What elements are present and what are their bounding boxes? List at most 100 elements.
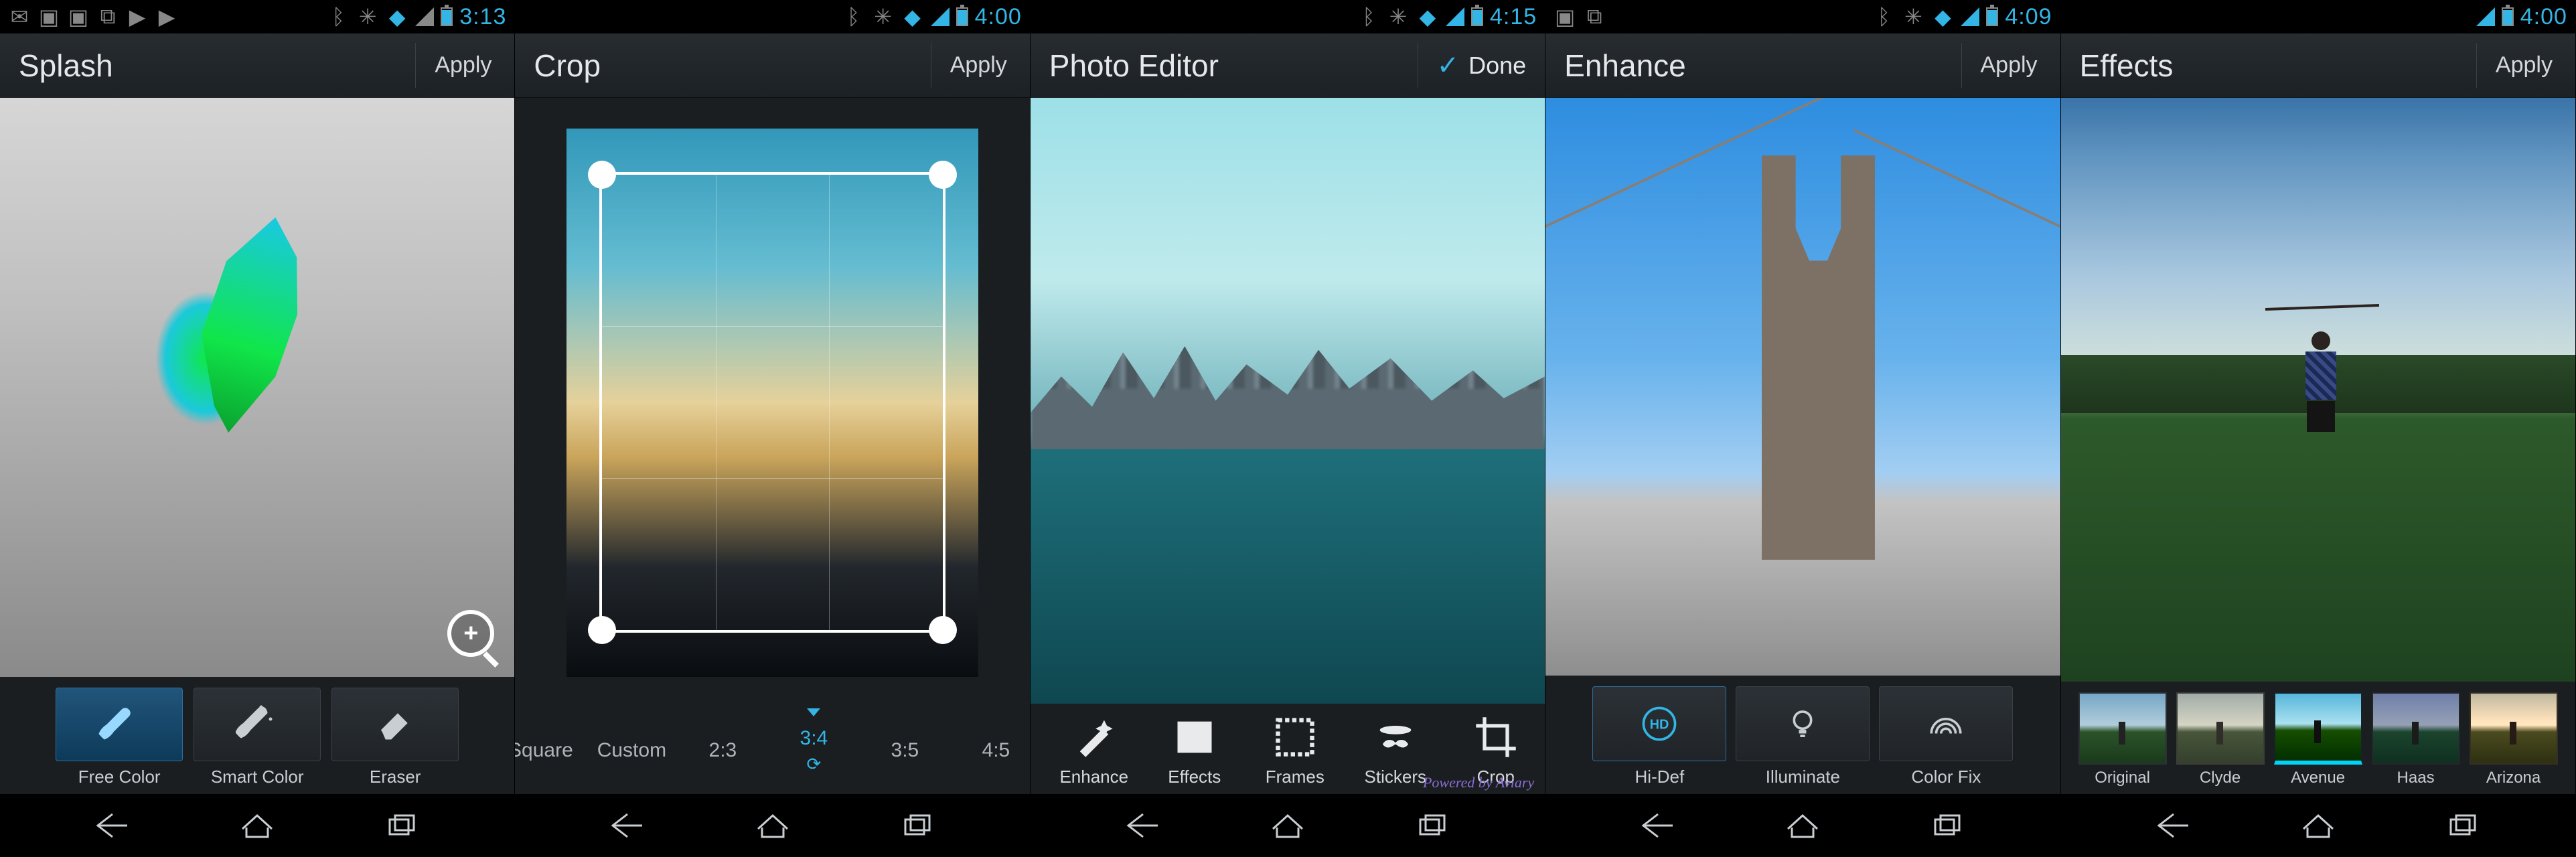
editor-effects[interactable]: Effects: [1144, 714, 1245, 787]
status-bar: ▣ ⧉ ᛒ ✳ ◆ 4:09: [1545, 0, 2060, 33]
apply-button[interactable]: Apply: [415, 43, 496, 88]
title-bar: Splash Apply: [0, 33, 514, 98]
done-button[interactable]: ✓ Done: [1418, 43, 1527, 88]
ratio-2-3[interactable]: 2:3: [677, 727, 768, 774]
battery-icon: [1986, 7, 1998, 26]
svg-text:HD: HD: [1650, 717, 1669, 732]
rotate-ratio-icon[interactable]: ⟳: [768, 754, 859, 775]
cell-signal-icon: [1446, 7, 1464, 26]
nav-back-button[interactable]: [587, 808, 668, 843]
bluetooth-icon: ᛒ: [1872, 5, 1895, 28]
nav-recent-button[interactable]: [1392, 808, 1472, 843]
nav-back-button[interactable]: [72, 808, 153, 843]
film-icon: [1172, 714, 1217, 760]
nav-recent-button[interactable]: [2423, 808, 2503, 843]
powered-by-label: Powered by Aviary: [1423, 774, 1534, 791]
ratio-square[interactable]: Square: [515, 727, 586, 774]
frame-icon: [1272, 714, 1318, 760]
nav-home-button[interactable]: [1247, 808, 1328, 843]
enhance-illuminate[interactable]: [1736, 686, 1870, 761]
photo-canvas[interactable]: [0, 98, 514, 677]
photo-splash-image: [0, 98, 514, 677]
screen-splash: ✉ ▣ ▣ ⧉ ▶ ▶ ᛒ ✳ ◆ 3:13 Splash Apply: [0, 0, 515, 857]
filter-original[interactable]: [2078, 692, 2167, 765]
crop-icon: [1473, 714, 1519, 760]
nav-bar: [0, 794, 514, 857]
nav-recent-button[interactable]: [362, 808, 442, 843]
nav-back-button[interactable]: [1618, 808, 1698, 843]
ratio-picker: Square Custom 2:3 3:4 ⟳ 3:5 4:5 4:6: [515, 707, 1029, 794]
nav-back-button[interactable]: [1103, 808, 1183, 843]
rainbow-icon: [1926, 704, 1965, 743]
bluetooth-icon: ᛒ: [842, 5, 865, 28]
status-bar: ᛒ ✳ ◆ 4:15: [1031, 0, 1545, 33]
wifi-icon: ◆: [1931, 5, 1954, 28]
crop-handle-tl[interactable]: [588, 161, 616, 189]
filter-haas[interactable]: [2372, 692, 2460, 765]
tool-eraser[interactable]: [331, 688, 459, 761]
enhance-colorfix[interactable]: [1879, 686, 2013, 761]
photo-skyline-image: [1031, 98, 1545, 704]
status-bar: ᛒ ✳ ◆ 4:00: [515, 0, 1029, 33]
photo-canvas[interactable]: [1031, 98, 1545, 704]
wifi-icon: ◆: [386, 5, 408, 28]
ratio-4-5[interactable]: 4:5: [950, 727, 1009, 774]
nav-home-button[interactable]: [1762, 808, 1843, 843]
nav-recent-button[interactable]: [877, 808, 958, 843]
apply-button[interactable]: Apply: [1961, 43, 2042, 88]
screen-effects: 4:00 Effects Apply Original Clyde: [2061, 0, 2576, 857]
ratio-pointer-icon: [807, 708, 820, 716]
nav-home-button[interactable]: [2278, 808, 2358, 843]
vibrate-icon: ✳: [356, 5, 379, 28]
nav-home-button[interactable]: [217, 808, 297, 843]
filter-clyde[interactable]: [2176, 692, 2265, 765]
crop-frame[interactable]: [599, 172, 945, 633]
title-bar: Photo Editor ✓ Done: [1031, 33, 1545, 98]
nav-bar: [2061, 794, 2575, 857]
enhance-label-hidef: Hi-Def: [1592, 767, 1726, 787]
tool-free-color[interactable]: [56, 688, 183, 761]
ratio-scroll[interactable]: Square Custom 2:3 3:4 ⟳ 3:5 4:5 4:6: [515, 707, 1009, 794]
filter-avenue[interactable]: [2274, 692, 2362, 765]
brush-icon: [98, 703, 141, 746]
title-bar: Effects Apply: [2061, 33, 2575, 98]
notif-play2-icon: ▶: [155, 5, 178, 28]
photo-canvas[interactable]: [2061, 98, 2575, 682]
ratio-3-4[interactable]: 3:4 ⟳: [768, 715, 859, 787]
vibrate-icon: ✳: [1902, 5, 1924, 28]
tool-area: Free Color Smart Color Eraser: [0, 677, 514, 794]
status-clock: 4:00: [975, 4, 1022, 30]
ratio-3-5[interactable]: 3:5: [859, 727, 950, 774]
screen-enhance: ▣ ⧉ ᛒ ✳ ◆ 4:09 Enhance Apply HD: [1545, 0, 2060, 857]
ratio-custom[interactable]: Custom: [586, 727, 677, 774]
filter-scroll[interactable]: Original Clyde Avenue Haas Arizona: [2074, 692, 2562, 787]
photo-crop-image: [566, 129, 978, 677]
tool-label-smart-color: Smart Color: [194, 767, 321, 787]
status-bar: 4:00: [2061, 0, 2575, 33]
notif-play-icon: ▶: [126, 5, 149, 28]
status-clock: 3:13: [459, 4, 506, 30]
crop-handle-br[interactable]: [929, 616, 957, 644]
ratio-3-4-label: 3:4: [800, 727, 828, 749]
zoom-button[interactable]: [447, 610, 494, 657]
nav-recent-button[interactable]: [1907, 808, 1987, 843]
crop-handle-bl[interactable]: [588, 616, 616, 644]
photo-canvas[interactable]: [515, 98, 1029, 707]
nav-home-button[interactable]: [733, 808, 813, 843]
screen-title: Photo Editor: [1049, 48, 1219, 84]
apply-button[interactable]: Apply: [2476, 43, 2557, 88]
editor-frames[interactable]: Frames: [1245, 714, 1345, 787]
apply-button[interactable]: Apply: [931, 43, 1011, 88]
editor-enhance[interactable]: Enhance: [1044, 714, 1144, 787]
photo-bridge-image: [1545, 98, 2060, 676]
filter-arizona[interactable]: [2470, 692, 2558, 765]
nav-back-button[interactable]: [2133, 808, 2214, 843]
photo-canvas[interactable]: [1545, 98, 2060, 676]
cell-signal-icon: [931, 7, 950, 26]
notif-image2-icon: ▣: [67, 5, 90, 28]
check-icon: ✓: [1437, 50, 1460, 81]
enhance-hidef[interactable]: HD: [1592, 686, 1726, 761]
crop-handle-tr[interactable]: [929, 161, 957, 189]
tool-smart-color[interactable]: [194, 688, 321, 761]
screen-crop: ᛒ ✳ ◆ 4:00 Crop Apply Square Custom: [515, 0, 1030, 857]
